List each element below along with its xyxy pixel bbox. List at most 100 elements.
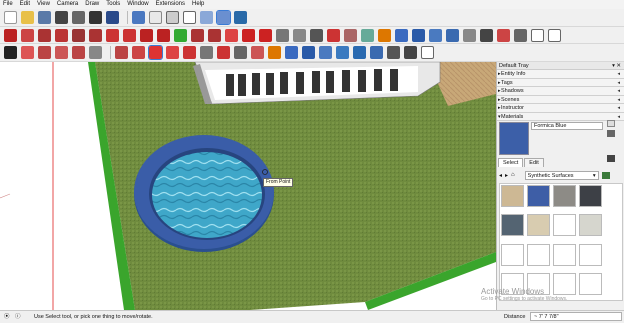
material-swatch[interactable] (553, 214, 576, 237)
arc-icon[interactable] (106, 28, 119, 42)
back-arrow-icon[interactable]: ◂ (499, 172, 502, 179)
back-edges-icon[interactable] (149, 11, 162, 24)
panel-tags[interactable]: ▸ Tags ◂ (497, 78, 624, 87)
eraser-icon[interactable] (21, 46, 34, 59)
warehouse-icon[interactable] (370, 46, 383, 59)
upload-icon[interactable] (106, 11, 119, 24)
three-point-arc-icon[interactable] (140, 28, 153, 42)
house-icon[interactable] (55, 11, 68, 24)
expand-icon[interactable]: ◂ (617, 87, 620, 95)
material-swatch[interactable] (579, 272, 602, 295)
protractor-icon[interactable] (293, 28, 306, 42)
panel-shadows[interactable]: ▸ Shadows ◂ (497, 87, 624, 96)
save-icon[interactable] (38, 11, 51, 24)
pie-icon[interactable] (157, 28, 170, 42)
create-material-icon[interactable] (607, 130, 615, 137)
pan-icon[interactable] (395, 28, 408, 42)
pool-water[interactable] (152, 152, 262, 238)
zoom-tool-icon[interactable] (302, 46, 315, 59)
menu-tools[interactable]: Tools (106, 0, 120, 9)
menu-edit[interactable]: Edit (20, 0, 30, 9)
pool[interactable] (134, 135, 274, 252)
forward-arrow-icon[interactable]: ▸ (505, 172, 508, 179)
material-swatch[interactable] (579, 243, 602, 266)
material-swatch[interactable] (527, 185, 550, 207)
zoom-extents-icon[interactable] (446, 28, 459, 42)
offset-icon[interactable] (208, 28, 221, 42)
panel-scenes[interactable]: ▸ Scenes ◂ (497, 95, 624, 104)
menu-camera[interactable]: Camera (57, 0, 78, 9)
look-around-icon[interactable] (480, 28, 493, 42)
model-viewport[interactable]: From Point (0, 62, 496, 310)
menu-extensions[interactable]: Extensions (156, 0, 185, 9)
circle-icon[interactable] (72, 28, 85, 42)
new-file-icon[interactable] (4, 11, 17, 24)
select-arrow-icon[interactable] (4, 46, 17, 59)
panel-entity-info[interactable]: ▸ Entity Info ◂ (497, 70, 624, 79)
material-swatch[interactable] (501, 243, 524, 266)
geo-location-icon[interactable]: ⦿ (4, 311, 10, 323)
rotated-rectangle-icon[interactable] (55, 28, 68, 42)
monochrome-icon[interactable] (234, 11, 247, 24)
layout-icon[interactable] (404, 46, 417, 59)
paint-tool-icon[interactable] (251, 46, 264, 59)
sample-paint-icon[interactable] (607, 155, 615, 162)
extension-warehouse-icon[interactable] (387, 46, 400, 59)
scale-icon[interactable] (242, 28, 255, 42)
settings-icon[interactable] (548, 28, 561, 42)
material-preview[interactable] (499, 122, 529, 155)
text-tool-icon[interactable] (234, 46, 247, 59)
print-icon[interactable] (72, 11, 85, 24)
two-point-arc-icon[interactable] (123, 28, 136, 42)
info-icon[interactable]: ⓘ (15, 311, 21, 323)
expand-icon[interactable]: ◂ (617, 70, 620, 78)
next-view-icon[interactable] (353, 46, 366, 59)
axes-icon[interactable] (344, 28, 357, 42)
paint-bucket-icon[interactable] (361, 28, 374, 42)
expand-icon[interactable]: ◂ (617, 79, 620, 87)
tape-tool-icon[interactable] (200, 46, 213, 59)
position-camera-icon[interactable] (497, 28, 510, 42)
arc-tool-icon[interactable] (55, 46, 68, 59)
move-icon[interactable] (259, 28, 272, 42)
material-swatch[interactable] (527, 243, 550, 266)
model-info-icon[interactable] (89, 11, 102, 24)
material-swatch[interactable] (553, 185, 576, 207)
rectangle-icon[interactable] (38, 28, 51, 42)
tape-measure-icon[interactable] (276, 28, 289, 42)
tray-pin-icon[interactable]: ▾ ✕ (612, 62, 621, 70)
dimension-icon[interactable] (327, 28, 340, 42)
hidden-line-icon[interactable] (183, 11, 196, 24)
line-icon[interactable] (38, 46, 51, 59)
rotate-icon[interactable] (225, 28, 238, 42)
previous-view-icon[interactable] (336, 46, 349, 59)
wireframe-icon[interactable] (166, 11, 179, 24)
menu-file[interactable]: File (3, 0, 13, 9)
push-pull-icon[interactable] (174, 28, 187, 42)
menu-view[interactable]: View (37, 0, 50, 9)
freehand-icon[interactable] (21, 28, 34, 42)
sandbox-icon[interactable] (421, 46, 434, 59)
details-icon[interactable] (601, 171, 610, 179)
follow-me-icon[interactable] (191, 28, 204, 42)
expand-icon[interactable]: ◂ (617, 104, 620, 112)
push-pull-tool-icon[interactable] (115, 46, 128, 59)
material-swatch[interactable] (501, 185, 524, 207)
zoom-extents-tool-icon[interactable] (319, 46, 332, 59)
pencil-icon[interactable] (4, 28, 17, 42)
orbit-tool-icon[interactable] (268, 46, 281, 59)
zoom-window-icon[interactable] (429, 28, 442, 42)
open-folder-icon[interactable] (21, 11, 34, 24)
scale-tool-icon[interactable] (183, 46, 196, 59)
menu-window[interactable]: Window (127, 0, 148, 9)
text-icon[interactable] (310, 28, 323, 42)
move-tool-icon[interactable] (148, 45, 163, 60)
material-name-field[interactable]: Formica Blue (531, 122, 603, 130)
circle-tool-icon[interactable] (89, 46, 102, 59)
measurement-field[interactable]: ~ 7' 7 7/8" (530, 312, 622, 321)
material-swatch[interactable] (579, 214, 602, 237)
material-swatch[interactable] (527, 214, 550, 237)
home-icon[interactable]: ⌂ (511, 172, 515, 178)
zoom-icon[interactable] (412, 28, 425, 42)
material-swatch[interactable] (553, 243, 576, 266)
